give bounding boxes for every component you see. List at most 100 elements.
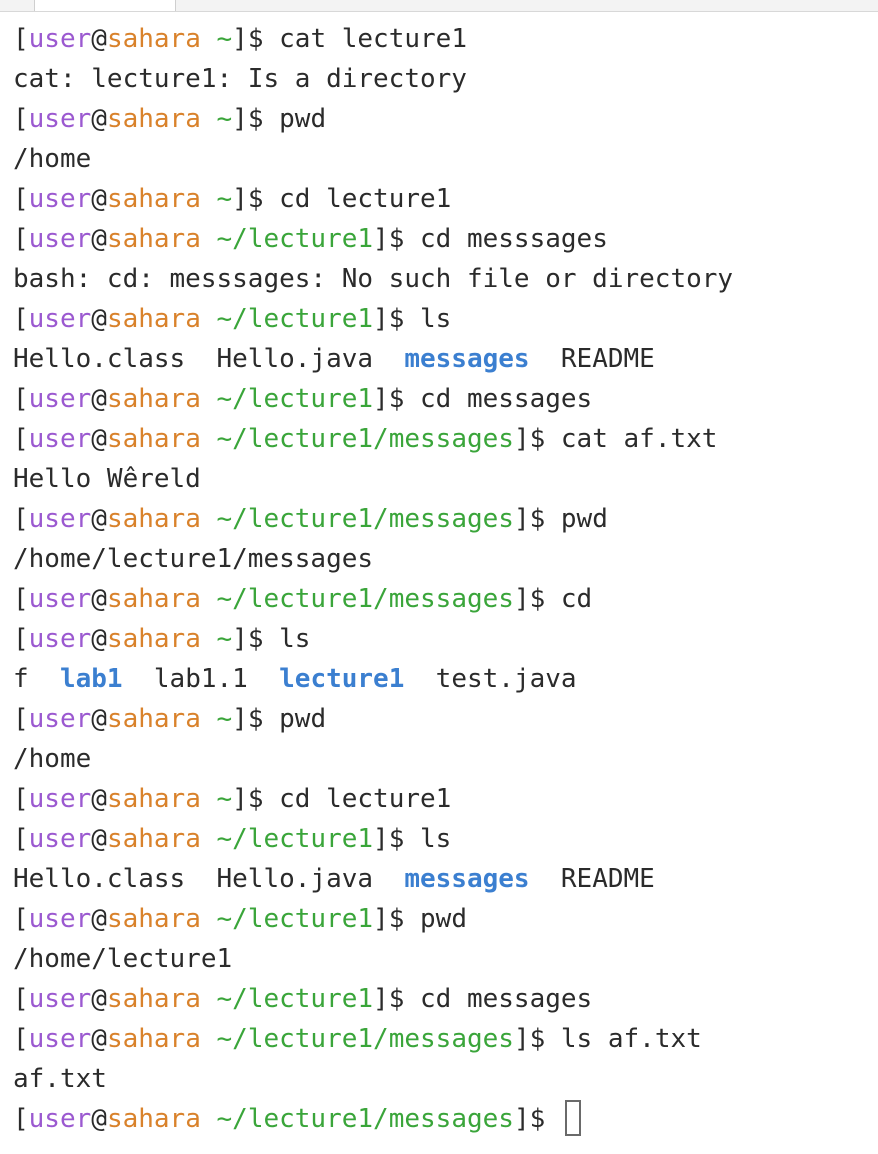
output-text: bash: cd: messsages: No such file or dir… — [13, 264, 734, 294]
prompt-user: user — [28, 104, 92, 134]
command-text: cd messsages — [420, 224, 608, 254]
prompt-host: sahara — [106, 184, 201, 214]
command-text: cat af.txt — [560, 424, 718, 454]
output-text: lab1.1 — [122, 664, 280, 694]
prompt-line: [user@sahara ~/lecture1/messages]$ — [13, 1099, 873, 1139]
output-text: f — [13, 664, 60, 694]
prompt-host: sahara — [106, 224, 201, 254]
prompt-user: user — [28, 904, 92, 934]
output-text: test.java — [404, 664, 577, 694]
prompt-host: sahara — [106, 1104, 201, 1134]
prompt-line: [user@sahara ~/lecture1/messages]$ ls af… — [13, 1019, 873, 1059]
prompt-close: ]$ — [513, 504, 561, 534]
prompt-host: sahara — [106, 24, 201, 54]
prompt-directory: ~/lecture1/messages — [200, 504, 514, 534]
prompt-directory: ~/lecture1/messages — [200, 1104, 514, 1134]
prompt-close: ]$ — [232, 704, 280, 734]
output-line: /home/lecture1 — [13, 939, 873, 979]
command-text: cd lecture1 — [279, 184, 452, 214]
prompt-user: user — [28, 824, 92, 854]
output-line: Hello.class Hello.java messages README — [13, 339, 873, 379]
output-text: /home/lecture1/messages — [13, 544, 374, 574]
prompt-user: user — [28, 504, 92, 534]
prompt-host: sahara — [106, 824, 201, 854]
prompt-open-bracket: [ — [13, 824, 29, 854]
prompt-user: user — [28, 1024, 92, 1054]
output-line: /home — [13, 739, 873, 779]
prompt-open-bracket: [ — [13, 784, 29, 814]
prompt-open-bracket: [ — [13, 504, 29, 534]
prompt-open-bracket: [ — [13, 24, 29, 54]
prompt-close: ]$ — [373, 384, 421, 414]
output-line: /home/lecture1/messages — [13, 539, 873, 579]
prompt-close: ]$ — [373, 984, 421, 1014]
directory-name: messages — [404, 864, 530, 894]
output-text: README — [529, 864, 655, 894]
prompt-at: @ — [91, 504, 107, 534]
output-text: /home — [13, 144, 92, 174]
prompt-user: user — [28, 624, 92, 654]
prompt-directory: ~/lecture1/messages — [200, 584, 514, 614]
prompt-directory: ~/lecture1 — [200, 304, 374, 334]
output-text: /home/lecture1 — [13, 944, 233, 974]
prompt-directory: ~ — [200, 624, 233, 654]
prompt-user: user — [28, 304, 92, 334]
prompt-line: [user@sahara ~/lecture1]$ ls — [13, 819, 873, 859]
output-text: README — [529, 344, 655, 374]
output-text: Hello Wêreld — [13, 464, 201, 494]
prompt-line: [user@sahara ~]$ cd lecture1 — [13, 179, 873, 219]
prompt-host: sahara — [106, 624, 201, 654]
prompt-open-bracket: [ — [13, 904, 29, 934]
output-text: Hello.class Hello.java — [13, 344, 405, 374]
prompt-open-bracket: [ — [13, 584, 29, 614]
prompt-close: ]$ — [232, 104, 280, 134]
prompt-open-bracket: [ — [13, 1104, 29, 1134]
output-text: Hello.class Hello.java — [13, 864, 405, 894]
output-line: Hello.class Hello.java messages README — [13, 859, 873, 899]
prompt-directory: ~ — [200, 184, 233, 214]
command-text: cd messages — [420, 384, 593, 414]
command-text: ls — [420, 824, 452, 854]
prompt-at: @ — [91, 1104, 107, 1134]
prompt-close: ]$ — [232, 624, 280, 654]
prompt-line: [user@sahara ~/lecture1]$ ls — [13, 299, 873, 339]
prompt-host: sahara — [106, 384, 201, 414]
prompt-at: @ — [91, 224, 107, 254]
command-text: cat lecture1 — [279, 24, 467, 54]
prompt-at: @ — [91, 24, 107, 54]
terminal-tab[interactable] — [34, 0, 176, 11]
text-cursor — [564, 1100, 581, 1136]
prompt-host: sahara — [106, 904, 201, 934]
command-text: pwd — [560, 504, 608, 534]
output-text: af.txt — [13, 1064, 107, 1094]
prompt-host: sahara — [106, 424, 201, 454]
prompt-at: @ — [91, 624, 107, 654]
command-text: pwd — [420, 904, 467, 934]
prompt-open-bracket: [ — [13, 184, 29, 214]
command-text: ls — [279, 624, 311, 654]
prompt-line: [user@sahara ~/lecture1]$ cd messages — [13, 379, 873, 419]
prompt-close: ]$ — [232, 24, 280, 54]
command-text: pwd — [279, 704, 327, 734]
prompt-open-bracket: [ — [13, 104, 29, 134]
prompt-at: @ — [91, 384, 107, 414]
prompt-close: ]$ — [373, 304, 421, 334]
prompt-directory: ~/lecture1 — [200, 224, 374, 254]
prompt-at: @ — [91, 784, 107, 814]
output-line: /home — [13, 139, 873, 179]
prompt-directory: ~/lecture1 — [200, 984, 374, 1014]
prompt-directory: ~/lecture1 — [200, 904, 374, 934]
prompt-user: user — [28, 224, 92, 254]
directory-name: lecture1 — [279, 664, 405, 694]
prompt-close: ]$ — [513, 584, 561, 614]
prompt-at: @ — [91, 904, 107, 934]
prompt-at: @ — [91, 584, 107, 614]
prompt-line: [user@sahara ~/lecture1/messages]$ pwd — [13, 499, 873, 539]
prompt-line: [user@sahara ~/lecture1/messages]$ cat a… — [13, 419, 873, 459]
command-text: cd — [560, 584, 593, 614]
terminal-output[interactable]: [user@sahara ~]$ cat lecture1 cat: lectur… — [13, 19, 873, 1139]
prompt-line: [user@sahara ~]$ pwd — [13, 99, 873, 139]
directory-name: messages — [404, 344, 530, 374]
output-line: cat: lecture1: Is a directory — [13, 59, 873, 99]
prompt-close: ]$ — [513, 424, 561, 454]
